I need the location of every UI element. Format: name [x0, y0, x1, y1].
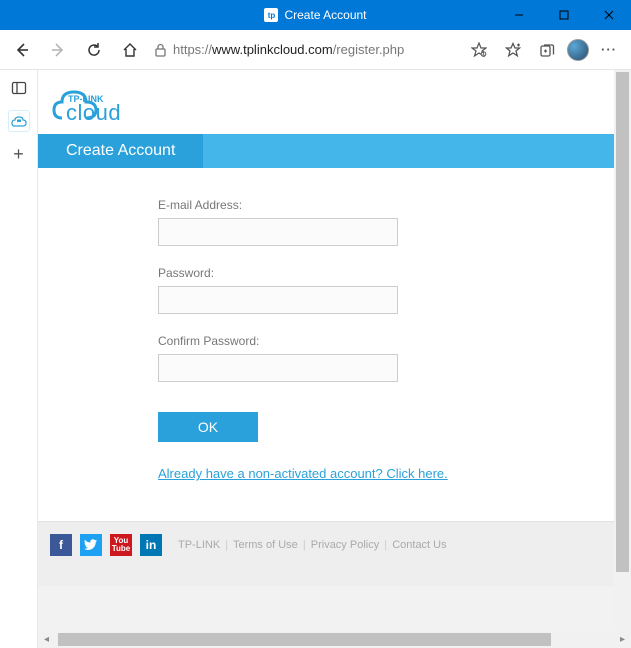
- window-minimize-button[interactable]: [496, 0, 541, 30]
- youtube-icon[interactable]: YouTube: [110, 534, 132, 556]
- url-text: https://www.tplinkcloud.com/register.php: [173, 42, 404, 57]
- window-close-button[interactable]: [586, 0, 631, 30]
- password-field[interactable]: [158, 286, 398, 314]
- collections-button[interactable]: [533, 36, 561, 64]
- email-label: E-mail Address:: [158, 198, 614, 212]
- footer-link-terms[interactable]: Terms of Use: [233, 539, 298, 551]
- submit-button[interactable]: OK: [158, 412, 258, 442]
- page-heading: Create Account: [38, 134, 203, 168]
- window-titlebar: tp Create Account: [0, 0, 631, 30]
- page-footer: f YouTube in TP-LINK | Terms of Use | Pr…: [38, 521, 614, 586]
- back-button[interactable]: [8, 36, 36, 64]
- browser-tab[interactable]: tp Create Account: [264, 8, 366, 22]
- tplink-cloud-logo: TP-LINK cloud: [52, 80, 600, 128]
- profile-avatar[interactable]: [567, 39, 589, 61]
- email-field[interactable]: [158, 218, 398, 246]
- tracking-prevention-icon[interactable]: [465, 36, 493, 64]
- new-tab-button[interactable]: +: [7, 142, 31, 166]
- vertical-scrollbar[interactable]: [614, 70, 631, 631]
- footer-link-contact[interactable]: Contact Us: [392, 539, 446, 551]
- vertical-tab-current[interactable]: [8, 110, 30, 132]
- linkedin-icon[interactable]: in: [140, 534, 162, 556]
- tab-favicon: tp: [264, 8, 278, 22]
- page-content: TP-LINK cloud Create Account E-mail Addr…: [38, 70, 614, 631]
- home-button[interactable]: [116, 36, 144, 64]
- twitter-icon[interactable]: [80, 534, 102, 556]
- confirm-password-field[interactable]: [158, 354, 398, 382]
- footer-link-tplink[interactable]: TP-LINK: [178, 539, 220, 551]
- confirm-password-label: Confirm Password:: [158, 334, 614, 348]
- horizontal-scrollbar[interactable]: ◂ ▸: [38, 631, 631, 648]
- footer-link-privacy[interactable]: Privacy Policy: [311, 539, 379, 551]
- tab-actions-button[interactable]: [7, 76, 31, 100]
- browser-toolbar: https://www.tplinkcloud.com/register.php…: [0, 30, 631, 70]
- menu-button[interactable]: ···: [595, 36, 623, 64]
- refresh-button[interactable]: [80, 36, 108, 64]
- forward-button[interactable]: [44, 36, 72, 64]
- window-maximize-button[interactable]: [541, 0, 586, 30]
- facebook-icon[interactable]: f: [50, 534, 72, 556]
- svg-text:cloud: cloud: [66, 100, 121, 125]
- vertical-tabs-panel: +: [0, 70, 38, 648]
- password-label: Password:: [158, 266, 614, 280]
- activate-account-link[interactable]: Already have a non-activated account? Cl…: [158, 466, 614, 481]
- lock-icon: [154, 43, 167, 57]
- page-banner: Create Account: [38, 134, 614, 168]
- register-form: E-mail Address: Password: Confirm Passwo…: [38, 168, 614, 521]
- favorites-button[interactable]: [499, 36, 527, 64]
- address-bar[interactable]: https://www.tplinkcloud.com/register.php: [152, 42, 457, 57]
- tab-title-text: Create Account: [284, 8, 366, 22]
